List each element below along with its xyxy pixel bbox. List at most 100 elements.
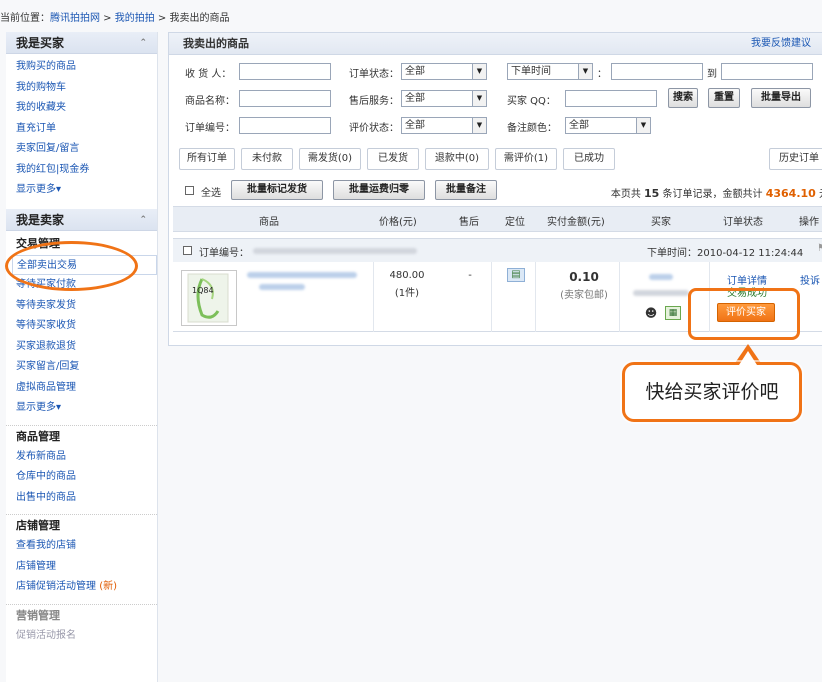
sidebar-item-await-receipt[interactable]: 等待买家收货 bbox=[16, 316, 157, 337]
order-table-header: 商品 价格(元) 售后 定位 实付金额(元) 买家 订单状态 操作 bbox=[173, 206, 822, 232]
dropdown-arrow-icon: ▼ bbox=[578, 64, 592, 79]
time-type-select[interactable]: 下单时间 ▼ bbox=[507, 63, 593, 80]
order-checkbox[interactable] bbox=[183, 246, 192, 255]
tab-all-orders[interactable]: 所有订单 bbox=[179, 148, 235, 170]
paid-amount: 0.10 bbox=[569, 270, 599, 284]
goods-name-label: 商品名称： bbox=[185, 96, 235, 107]
product-title-redacted[interactable] bbox=[247, 272, 357, 278]
sidebar-item-warehouse[interactable]: 仓库中的商品 bbox=[16, 467, 157, 488]
tab-success[interactable]: 已成功 bbox=[563, 148, 615, 170]
batch-note-button[interactable]: 批量备注 bbox=[435, 180, 497, 200]
dropdown-arrow-icon: ▼ bbox=[472, 91, 486, 106]
order-number-redacted bbox=[253, 248, 417, 254]
rating-status-select[interactable]: 全部 ▼ bbox=[401, 117, 487, 134]
order-header-row: 订单编号： 下单时间：2010-04-12 11:24:44 ⚑ bbox=[173, 238, 822, 262]
time-colon: ： bbox=[597, 69, 607, 80]
sidebar-item-virtual-goods[interactable]: 虚拟商品管理 bbox=[16, 378, 157, 399]
batch-mark-ship-button[interactable]: 批量标记发货 bbox=[231, 180, 323, 200]
dropdown-arrow-icon: ▼ bbox=[472, 118, 486, 133]
product-thumbnail[interactable]: 1Q84 bbox=[181, 270, 237, 326]
breadcrumb-root-link[interactable]: 腾讯拍拍网 bbox=[50, 13, 100, 24]
complain-link[interactable]: 投诉 bbox=[797, 272, 822, 287]
sidebar-item-buyer-messages[interactable]: 买家留言/回复 bbox=[16, 357, 157, 378]
sidebar-item-seller-replies[interactable]: 卖家回复/留言 bbox=[16, 139, 157, 160]
time-from-input[interactable] bbox=[611, 63, 703, 80]
sidebar-item-cart[interactable]: 我的购物车 bbox=[16, 78, 157, 99]
tab-refunding[interactable]: 退款中(0) bbox=[425, 148, 489, 170]
tab-history-orders[interactable]: 历史订单 bbox=[769, 148, 822, 170]
breadcrumb-mid-link[interactable]: 我的拍拍 bbox=[115, 13, 155, 24]
sidebar-item-shop-manage[interactable]: 店铺管理 bbox=[16, 557, 157, 578]
buyer-name-redacted[interactable] bbox=[649, 274, 673, 280]
receiver-input[interactable] bbox=[239, 63, 331, 80]
tab-need-ship[interactable]: 需发货(0) bbox=[299, 148, 361, 170]
sidebar-item-topup-orders[interactable]: 直充订单 bbox=[16, 119, 157, 140]
time-type-value: 下单时间 bbox=[511, 66, 551, 77]
order-no-input[interactable] bbox=[239, 117, 331, 134]
cell-divider bbox=[491, 262, 492, 332]
feedback-link[interactable]: 我要反馈建议 bbox=[751, 33, 811, 55]
chevron-up-icon[interactable]: ⌃ bbox=[139, 209, 147, 231]
order-status-select[interactable]: 全部 ▼ bbox=[401, 63, 487, 80]
tab-unpaid[interactable]: 未付款 bbox=[241, 148, 293, 170]
sidebar-item-refunds[interactable]: 买家退款退货 bbox=[16, 337, 157, 358]
sidebar-show-more[interactable]: 显示更多▾ bbox=[16, 180, 157, 201]
sidebar-buyer-head[interactable]: 我是买家 ⌃ bbox=[6, 32, 157, 54]
note-color-label: 备注颜色： bbox=[507, 123, 557, 134]
flag-icon[interactable]: ⚑ bbox=[817, 243, 822, 254]
sidebar-item-await-ship[interactable]: 等待卖家发货 bbox=[16, 296, 157, 317]
rate-buyer-button[interactable]: 评价买家 bbox=[717, 303, 775, 322]
batch-freight-zero-button[interactable]: 批量运费归零 bbox=[333, 180, 425, 200]
sidebar-item-on-sale[interactable]: 出售中的商品 bbox=[16, 488, 157, 509]
sidebar-show-more[interactable]: 显示更多▾ bbox=[16, 398, 157, 419]
highlight-oval bbox=[5, 241, 138, 291]
select-all-checkbox[interactable] bbox=[185, 186, 194, 195]
order-summary: 本页共 15 条订单记录，金额共计 4364.10 元 bbox=[611, 185, 822, 200]
svg-text:1Q84: 1Q84 bbox=[192, 286, 214, 295]
paid-note: (卖家包邮) bbox=[560, 290, 608, 301]
sidebar-item-shop-promo[interactable]: 店铺促销活动管理 (新) bbox=[16, 577, 157, 598]
product-title-redacted[interactable] bbox=[259, 284, 305, 290]
export-button[interactable]: 批量导出 bbox=[751, 88, 811, 108]
chevron-up-icon[interactable]: ⌃ bbox=[139, 32, 147, 54]
sidebar-item-promo-signup[interactable]: 促销活动报名 bbox=[16, 626, 157, 647]
reset-button[interactable]: 重置 bbox=[708, 88, 740, 108]
sidebar-group-marketing: 营销管理 bbox=[6, 603, 157, 626]
summary-unit: 元 bbox=[816, 189, 822, 200]
summary-pre: 本页共 bbox=[610, 189, 645, 200]
goods-name-input[interactable] bbox=[239, 90, 331, 107]
qq-penguin-icon[interactable]: ☻ bbox=[643, 306, 659, 320]
search-button[interactable]: 搜索 bbox=[668, 88, 698, 108]
rating-status-value: 全部 bbox=[405, 120, 425, 131]
sidebar-item-bought[interactable]: 我购买的商品 bbox=[16, 57, 157, 78]
note-color-select[interactable]: 全部 ▼ bbox=[565, 117, 651, 134]
item-price: 480.00 bbox=[389, 270, 425, 281]
summary-mid: 条订单记录，金额共计 bbox=[659, 189, 766, 200]
batch-action-bar: 全选 批量标记发货 批量运费归零 批量备注 本页共 15 条订单记录，金额共计 … bbox=[169, 178, 822, 204]
after-sale-label: 售后服务： bbox=[349, 96, 399, 107]
sidebar-item-view-shop[interactable]: 查看我的店铺 bbox=[16, 536, 157, 557]
sidebar-seller-title: 我是卖家 bbox=[16, 212, 65, 227]
buyer-qq-input[interactable] bbox=[565, 90, 657, 107]
col-location: 定位 bbox=[505, 217, 525, 228]
location-map-icon[interactable]: ▤ bbox=[507, 268, 525, 282]
col-price: 价格(元) bbox=[379, 217, 417, 228]
time-to-input[interactable] bbox=[721, 63, 813, 80]
receiver-label: 收 货 人： bbox=[185, 69, 232, 80]
tab-need-rate[interactable]: 需评价(1) bbox=[495, 148, 557, 170]
cell-divider bbox=[619, 262, 620, 332]
col-actions: 操作 bbox=[799, 217, 819, 228]
breadcrumb-prefix: 当前位置： bbox=[0, 13, 50, 24]
sidebar-seller-head[interactable]: 我是卖家 ⌃ bbox=[6, 208, 157, 231]
sidebar-item-favorites[interactable]: 我的收藏夹 bbox=[16, 98, 157, 119]
callout-bubble: 快给买家评价吧 bbox=[622, 362, 802, 422]
tab-shipped[interactable]: 已发货 bbox=[367, 148, 419, 170]
sidebar-item-publish[interactable]: 发布新商品 bbox=[16, 447, 157, 468]
order-no-label: 订单编号： bbox=[185, 123, 235, 134]
buyer-card-icon[interactable]: ▦ bbox=[665, 306, 681, 320]
sidebar-item-coupons[interactable]: 我的红包|现金券 bbox=[16, 160, 157, 181]
order-tabs: 所有订单 未付款 需发货(0) 已发货 退款中(0) 需评价(1) 已成功 历史… bbox=[179, 146, 822, 170]
order-no-text: 订单编号： bbox=[199, 248, 249, 259]
summary-amount: 4364.10 bbox=[765, 187, 816, 200]
after-sale-select[interactable]: 全部 ▼ bbox=[401, 90, 487, 107]
